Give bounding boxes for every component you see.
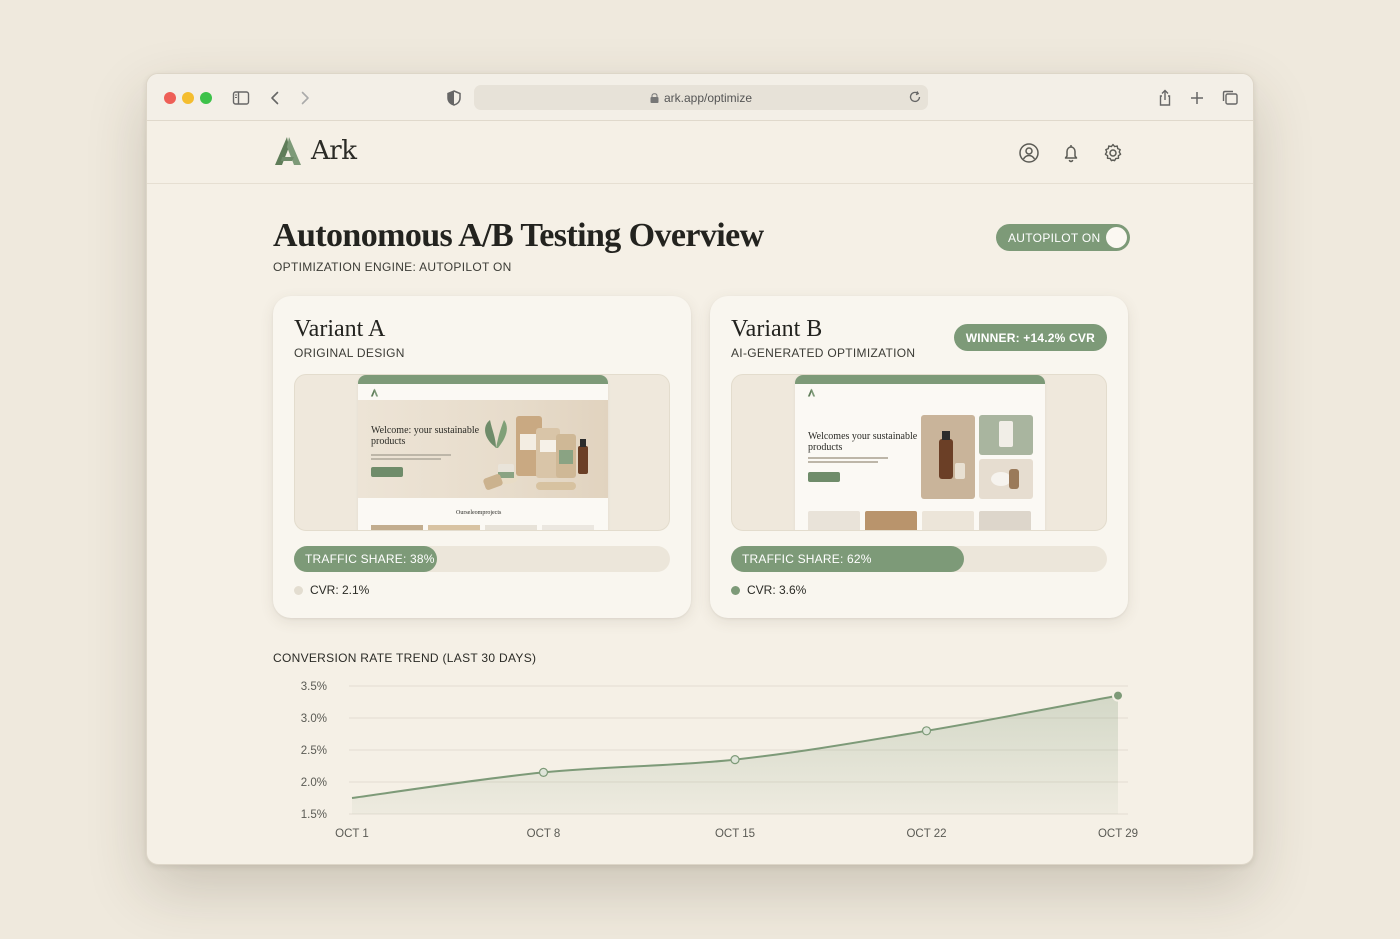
product-grid-images bbox=[921, 415, 1033, 499]
mockup-hero-text: Welcomes your sustainable products bbox=[808, 431, 918, 453]
variant-preview[interactable]: Welcome: your sustainable products Ourse… bbox=[294, 374, 670, 531]
variant-title: Variant B bbox=[731, 316, 823, 342]
data-point bbox=[921, 726, 932, 736]
variant-subtitle: AI-GENERATED OPTIMIZATION bbox=[731, 346, 916, 360]
variant-subtitle: ORIGINAL DESIGN bbox=[294, 346, 405, 360]
series-area bbox=[352, 695, 1118, 814]
variant-a-card[interactable]: Variant A ORIGINAL DESIGN Welcome: your … bbox=[273, 296, 691, 618]
page-mockup: Welcome: your sustainable products Ourse… bbox=[358, 375, 608, 530]
mockup-banner bbox=[795, 375, 1045, 384]
new-tab-icon[interactable] bbox=[1187, 88, 1207, 108]
lock-icon bbox=[650, 92, 659, 103]
x-tick-label: OCT 22 bbox=[906, 828, 946, 840]
mockup-hero-text: Welcome: your sustainable products bbox=[371, 425, 480, 447]
conversion-trend-chart: 3.5% 3.0% 2.5% 2.0% 1.5% OCT 1 OCT 8 OCT 15 OCT … bbox=[301, 681, 1138, 840]
cvr-dot bbox=[731, 585, 740, 595]
shield-icon[interactable] bbox=[444, 88, 464, 108]
zoom-window-button[interactable] bbox=[200, 92, 212, 104]
back-arrow-icon[interactable] bbox=[265, 88, 285, 108]
brand-name: Ark bbox=[311, 136, 357, 166]
x-tick-label: OCT 8 bbox=[527, 828, 561, 840]
minimize-window-button[interactable] bbox=[182, 92, 194, 104]
y-tick-label: 1.5% bbox=[301, 809, 327, 821]
browser-toolbar: ark.app/optimize bbox=[147, 74, 1253, 121]
user-circle-icon[interactable] bbox=[1018, 142, 1040, 164]
sidebar-toggle-icon[interactable] bbox=[231, 88, 251, 108]
variant-cvr: CVR: 3.6% bbox=[731, 583, 806, 597]
data-point bbox=[730, 754, 740, 765]
ark-logo-icon bbox=[275, 137, 301, 165]
winner-badge: WINNER: +14.2% CVR bbox=[953, 324, 1107, 351]
variant-preview[interactable]: Welcomes your sustainable products bbox=[731, 374, 1107, 531]
traffic-share-fill: TRAFFIC SHARE: 62% bbox=[731, 546, 964, 572]
address-bar[interactable]: ark.app/optimize bbox=[474, 85, 928, 110]
traffic-share-fill: TRAFFIC SHARE: 38% bbox=[294, 546, 437, 572]
y-tick-label: 2.5% bbox=[301, 745, 327, 757]
y-tick-label: 2.0% bbox=[301, 777, 327, 789]
mockup-nav bbox=[795, 384, 1045, 400]
share-icon[interactable] bbox=[1155, 88, 1175, 108]
close-window-button[interactable] bbox=[164, 92, 176, 104]
y-tick-label: 3.0% bbox=[301, 713, 327, 725]
variant-b-card[interactable]: Variant B AI-GENERATED OPTIMIZATION WINN… bbox=[710, 296, 1128, 618]
app-header: Ark bbox=[147, 121, 1253, 184]
mockup-cta bbox=[371, 467, 403, 477]
autopilot-toggle-label: AUTOPILOT ON bbox=[1008, 230, 1101, 245]
x-tick-label: OCT 15 bbox=[715, 828, 755, 840]
cvr-dot bbox=[294, 585, 303, 595]
autopilot-toggle[interactable]: AUTOPILOT ON bbox=[996, 224, 1130, 251]
product-illustration bbox=[483, 416, 588, 490]
page-subtitle: OPTIMIZATION ENGINE: AUTOPILOT ON bbox=[273, 260, 512, 274]
forward-arrow-icon[interactable] bbox=[295, 88, 315, 108]
mockup-logo-icon bbox=[370, 388, 379, 397]
bell-icon[interactable] bbox=[1060, 142, 1082, 164]
cvr-label: CVR: 3.6% bbox=[747, 583, 807, 597]
mockup-nav bbox=[358, 384, 608, 400]
traffic-share-bar: TRAFFIC SHARE: 38% bbox=[294, 546, 670, 572]
gear-icon[interactable] bbox=[1102, 142, 1124, 164]
mockup-banner bbox=[358, 375, 608, 384]
page-title: Autonomous A/B Testing Overview bbox=[273, 217, 764, 254]
variant-cvr: CVR: 2.1% bbox=[294, 583, 369, 597]
chart-title: CONVERSION RATE TREND (LAST 30 DAYS) bbox=[273, 651, 537, 665]
reload-icon[interactable] bbox=[908, 90, 922, 104]
tab-overview-icon[interactable] bbox=[1220, 88, 1240, 108]
variant-title: Variant A bbox=[294, 316, 386, 342]
data-point bbox=[1112, 689, 1124, 702]
traffic-share-bar: TRAFFIC SHARE: 62% bbox=[731, 546, 1107, 572]
x-tick-label: OCT 1 bbox=[335, 828, 369, 840]
url-text: ark.app/optimize bbox=[663, 90, 753, 105]
page-mockup: Welcomes your sustainable products bbox=[795, 375, 1045, 530]
mockup-section-title: Ourseleomprojects bbox=[456, 510, 502, 516]
mockup-logo-icon bbox=[807, 388, 816, 397]
browser-window: ark.app/optimize Ark Autonomous A/B Test… bbox=[146, 73, 1254, 865]
cvr-label: CVR: 2.1% bbox=[310, 583, 370, 597]
x-tick-label: OCT 29 bbox=[1098, 828, 1138, 840]
y-tick-label: 3.5% bbox=[301, 681, 327, 693]
brand-logo[interactable]: Ark bbox=[273, 135, 357, 167]
data-point bbox=[538, 767, 549, 778]
toggle-knob bbox=[1106, 227, 1127, 248]
mockup-hero: Welcome: your sustainable products bbox=[358, 400, 608, 498]
mockup-cta bbox=[808, 472, 840, 482]
